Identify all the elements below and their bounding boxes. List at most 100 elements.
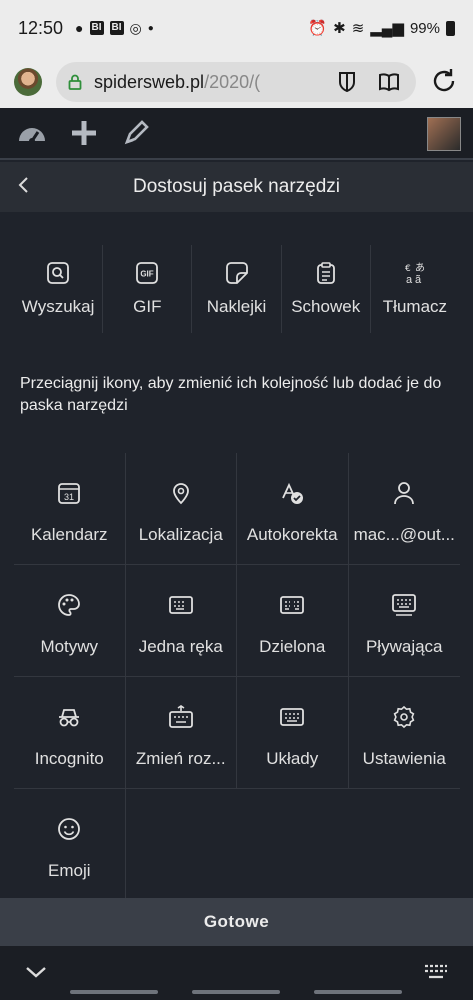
back-arrow-icon[interactable] bbox=[16, 174, 30, 196]
sticker-icon bbox=[225, 262, 248, 284]
keyboard-icon[interactable] bbox=[423, 962, 449, 984]
status-time: 12:50 bbox=[18, 17, 64, 38]
toolbar-item-stickers[interactable]: Naklejki bbox=[192, 245, 282, 333]
reload-icon[interactable] bbox=[429, 66, 459, 96]
toolbar-item-gif[interactable]: GIF GIF bbox=[103, 245, 193, 333]
resize-keyboard-icon bbox=[168, 705, 193, 728]
autocorrect-icon bbox=[282, 482, 304, 504]
grid-row: 31 Kalendarz Lokalizacja Autokorekta mac… bbox=[14, 453, 460, 565]
grid-item-label: Emoji bbox=[47, 861, 91, 880]
grid-item-label: Dzielona bbox=[259, 637, 326, 656]
bi-notification-icon: BI bbox=[109, 21, 124, 35]
incognito-icon bbox=[59, 709, 80, 727]
grid-item-one-hand[interactable]: Jedna ręka bbox=[126, 565, 237, 676]
grid-item-layouts[interactable]: Układy bbox=[237, 677, 349, 788]
layouts-icon bbox=[280, 708, 305, 726]
url-domain: spidersweb.pl bbox=[94, 71, 205, 92]
chevron-down-icon[interactable] bbox=[24, 960, 48, 984]
person-icon bbox=[394, 482, 415, 505]
grid-item-location[interactable]: Lokalizacja bbox=[126, 453, 237, 564]
toolbar-item-label: GIF bbox=[133, 297, 162, 316]
grid-row: Incognito Zmień roz... Układy Ustawienia bbox=[14, 677, 460, 789]
grid-item-label: Układy bbox=[266, 749, 319, 768]
grid-item-autocorrect[interactable]: Autokorekta bbox=[237, 453, 349, 564]
lock-icon bbox=[68, 74, 82, 90]
toolbar-item-translate[interactable]: € あ a ã Tłumacz bbox=[371, 245, 459, 333]
grid-item-label: Jedna ręka bbox=[138, 637, 223, 656]
split-keyboard-icon bbox=[280, 596, 305, 614]
add-icon[interactable] bbox=[64, 113, 104, 153]
instruction-text: Przeciągnij ikony, aby zmienić ich kolej… bbox=[20, 375, 442, 414]
grid-item-label: Pływająca bbox=[365, 637, 443, 656]
gif-icon: GIF bbox=[136, 262, 159, 284]
url-path: /2020/( bbox=[204, 71, 261, 92]
available-items-grid: 31 Kalendarz Lokalizacja Autokorekta mac… bbox=[14, 453, 460, 901]
clipboard-icon bbox=[316, 262, 335, 284]
battery-text: 99% bbox=[409, 19, 440, 37]
toolbar-item-label: Tłumacz bbox=[382, 297, 448, 316]
palette-icon bbox=[58, 594, 81, 616]
dot-icon: ● bbox=[147, 22, 154, 34]
signal-icon: ▂▄▆ bbox=[370, 20, 404, 37]
grid-item-label: Autokorekta bbox=[246, 525, 338, 544]
grid-item-themes[interactable]: Motywy bbox=[14, 565, 126, 676]
grid-item-account[interactable]: mac...@out... bbox=[349, 453, 461, 564]
grid-item-label: Kalendarz bbox=[30, 525, 108, 544]
location-icon bbox=[172, 483, 189, 505]
bottom-bar bbox=[0, 946, 473, 1000]
shield-icon[interactable] bbox=[338, 71, 356, 93]
grid-item-calendar[interactable]: 31 Kalendarz bbox=[14, 453, 126, 564]
floating-keyboard-icon bbox=[392, 594, 417, 616]
profile-avatar[interactable] bbox=[14, 68, 42, 96]
instagram-icon: ◎ bbox=[129, 19, 142, 36]
toolbar-item-search[interactable]: Wyszukaj bbox=[14, 245, 104, 333]
grid-item-split[interactable]: Dzielona bbox=[237, 565, 349, 676]
notification-app-icon: ● bbox=[75, 20, 84, 36]
browser-bar: spidersweb.pl/2020/( bbox=[0, 56, 473, 108]
settings-icon bbox=[393, 705, 415, 729]
grid-row: Motywy Jedna ręka Dzielona Pływająca bbox=[14, 565, 460, 677]
empty-cell bbox=[349, 789, 461, 901]
nav-handle bbox=[314, 990, 402, 994]
wifi-icon: ≋ bbox=[351, 20, 365, 37]
toolbar-item-label: Wyszukaj bbox=[21, 297, 95, 316]
bi-notification-icon: BI bbox=[89, 21, 104, 35]
notification-icons: ● BI BI ◎ ● bbox=[75, 20, 154, 37]
empty-cell bbox=[237, 789, 349, 901]
calendar-icon: 31 bbox=[58, 483, 81, 504]
calendar-icon-text: 31 bbox=[64, 492, 74, 502]
translate-icon: € あa ã bbox=[405, 262, 425, 285]
emoji-icon bbox=[58, 818, 81, 840]
reader-mode-icon[interactable] bbox=[378, 72, 400, 92]
keyboard-toolbar bbox=[0, 108, 473, 160]
grid-item-resize[interactable]: Zmień roz... bbox=[126, 677, 237, 788]
done-button[interactable]: Gotowe bbox=[0, 898, 473, 946]
grid-item-floating[interactable]: Pływająca bbox=[349, 565, 461, 676]
empty-cell bbox=[126, 789, 238, 901]
toolbar-item-clipboard[interactable]: Schowek bbox=[282, 245, 371, 333]
grid-item-label: Lokalizacja bbox=[138, 525, 223, 544]
grid-item-label: Incognito bbox=[34, 749, 104, 768]
grid-item-emoji[interactable]: Emoji bbox=[14, 789, 126, 901]
dashboard-icon[interactable] bbox=[12, 113, 52, 153]
grid-item-label: Ustawienia bbox=[362, 749, 446, 768]
svg-text:€: € bbox=[405, 264, 411, 274]
url-text: spidersweb.pl/2020/( bbox=[94, 72, 260, 93]
gif-icon-text: GIF bbox=[141, 270, 154, 279]
url-bar[interactable]: spidersweb.pl/2020/( bbox=[56, 62, 416, 102]
bluetooth-icon: ✱ bbox=[333, 20, 346, 37]
grid-item-settings[interactable]: Ustawienia bbox=[349, 677, 461, 788]
toolbar-item-label: Naklejki bbox=[206, 297, 267, 316]
avatar[interactable] bbox=[427, 117, 461, 151]
status-bar: 12:50 ● BI BI ◎ ● ⏰ ✱ ≋ ▂▄▆ 99% bbox=[0, 0, 473, 56]
grid-item-label: Motywy bbox=[40, 637, 99, 656]
page-title: Dostosuj pasek narzędzi bbox=[133, 176, 340, 197]
grid-item-incognito[interactable]: Incognito bbox=[14, 677, 126, 788]
alarm-icon: ⏰ bbox=[308, 20, 328, 37]
grid-row: Emoji bbox=[14, 789, 460, 901]
nav-handle bbox=[192, 990, 280, 994]
toolbar-item-label: Schowek bbox=[291, 297, 361, 316]
battery-icon bbox=[446, 20, 455, 36]
nav-handle bbox=[70, 990, 158, 994]
pencil-icon[interactable] bbox=[116, 113, 156, 153]
